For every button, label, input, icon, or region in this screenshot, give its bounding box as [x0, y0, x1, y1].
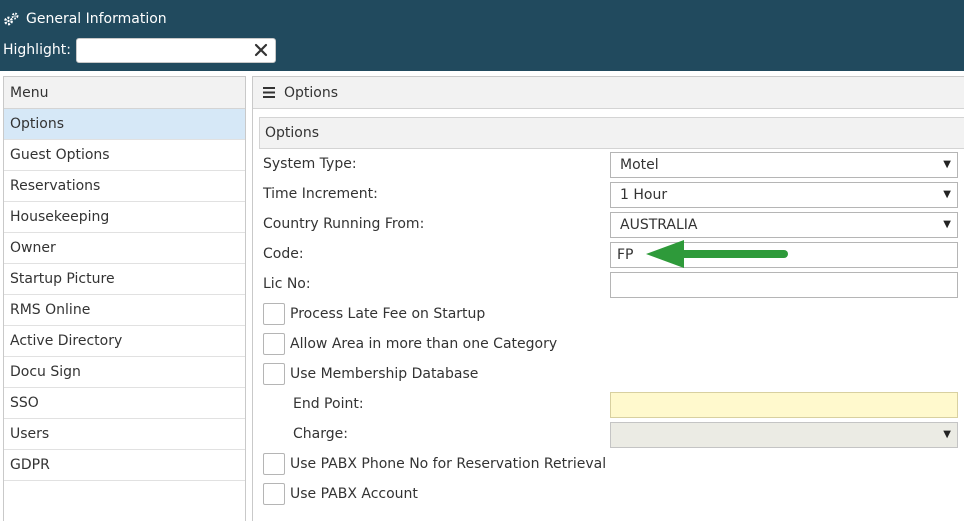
- sidebar-item-users[interactable]: Users: [4, 419, 245, 450]
- sidebar-item-active-directory[interactable]: Active Directory: [4, 326, 245, 357]
- membership-checkbox[interactable]: [263, 363, 285, 385]
- sidebar-item-guest-options[interactable]: Guest Options: [4, 140, 245, 171]
- arrow-annotation: [646, 240, 788, 268]
- sidebar-item-startup-picture[interactable]: Startup Picture: [4, 264, 245, 295]
- late-fee-checkbox[interactable]: [263, 303, 285, 325]
- pabx-account-checkbox[interactable]: [263, 483, 285, 505]
- sidebar-item-options[interactable]: Options: [4, 109, 245, 140]
- sidebar-item-housekeeping[interactable]: Housekeeping: [4, 202, 245, 233]
- time-increment-label: Time Increment:: [263, 186, 378, 202]
- time-increment-value: 1 Hour: [620, 187, 668, 203]
- allow-area-checkbox[interactable]: [263, 333, 285, 355]
- section-header: Options: [259, 117, 964, 149]
- gear-icon: [4, 12, 19, 26]
- country-select[interactable]: AUSTRALIA ▼: [610, 212, 958, 238]
- lic-no-input[interactable]: [610, 272, 958, 298]
- sidebar-item-docu-sign[interactable]: Docu Sign: [4, 357, 245, 388]
- country-value: AUSTRALIA: [620, 217, 698, 233]
- page-title: General Information: [26, 11, 167, 27]
- title-row: General Information: [3, 9, 167, 29]
- panel-header: Options: [253, 77, 964, 109]
- pabx-phone-checkbox[interactable]: [263, 453, 285, 475]
- clear-icon[interactable]: [253, 42, 269, 58]
- charge-label: Charge:: [293, 426, 348, 442]
- charge-select[interactable]: ▼: [610, 422, 958, 448]
- chevron-down-icon: ▼: [943, 159, 951, 170]
- lic-no-label: Lic No:: [263, 276, 311, 292]
- end-point-input[interactable]: [610, 392, 958, 418]
- chevron-down-icon: ▼: [943, 429, 951, 440]
- top-header: General Information Highlight:: [0, 0, 964, 71]
- membership-label: Use Membership Database: [290, 366, 479, 382]
- country-label: Country Running From:: [263, 216, 425, 232]
- code-label: Code:: [263, 246, 304, 262]
- hamburger-icon[interactable]: [263, 87, 275, 98]
- sidebar-item-owner[interactable]: Owner: [4, 233, 245, 264]
- sidebar-item-gdpr[interactable]: GDPR: [4, 450, 245, 481]
- panel-title: Options: [284, 84, 339, 101]
- allow-area-label: Allow Area in more than one Category: [290, 336, 558, 352]
- options-panel: Options Options System Type: Motel ▼ Tim…: [252, 76, 964, 521]
- chevron-down-icon: ▼: [943, 219, 951, 230]
- sidebar-item-sso[interactable]: SSO: [4, 388, 245, 419]
- pabx-phone-label: Use PABX Phone No for Reservation Retrie…: [290, 456, 607, 472]
- menu-header: Menu: [4, 77, 245, 109]
- end-point-label: End Point:: [293, 396, 364, 412]
- sidebar-item-rms-online[interactable]: RMS Online: [4, 295, 245, 326]
- highlight-label: Highlight:: [3, 42, 71, 58]
- chevron-down-icon: ▼: [943, 189, 951, 200]
- pabx-account-label: Use PABX Account: [290, 486, 418, 502]
- sidebar-menu: Menu Options Guest Options Reservations …: [3, 76, 246, 521]
- highlight-input[interactable]: [81, 40, 251, 61]
- system-type-label: System Type:: [263, 156, 357, 172]
- highlight-field[interactable]: [76, 38, 276, 63]
- system-type-value: Motel: [620, 157, 659, 173]
- time-increment-select[interactable]: 1 Hour ▼: [610, 182, 958, 208]
- sidebar-item-reservations[interactable]: Reservations: [4, 171, 245, 202]
- system-type-select[interactable]: Motel ▼: [610, 152, 958, 178]
- late-fee-label: Process Late Fee on Startup: [290, 306, 486, 322]
